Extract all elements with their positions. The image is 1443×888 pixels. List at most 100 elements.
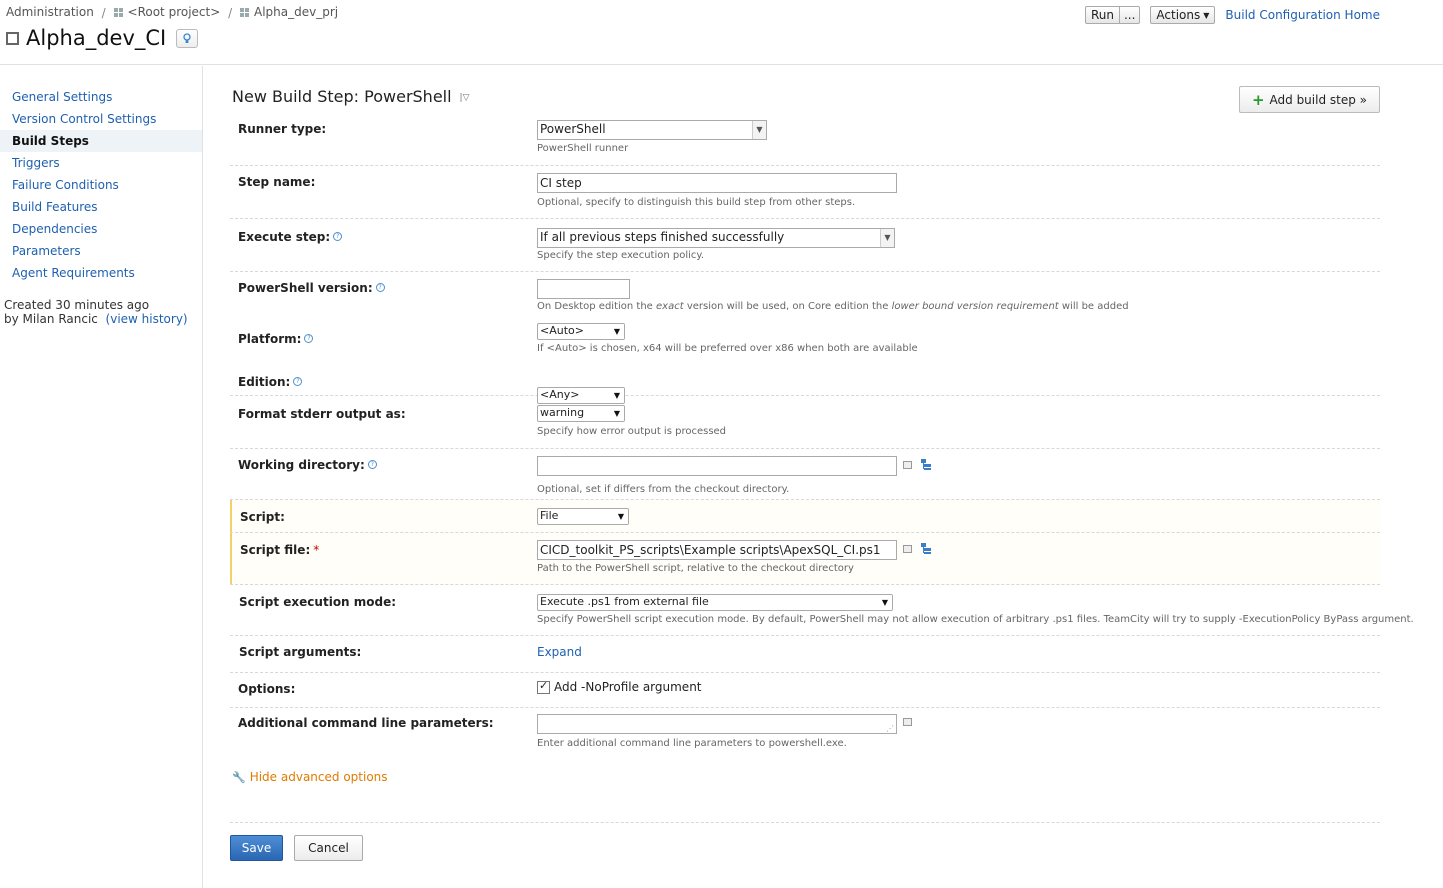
cancel-button[interactable]: Cancel [294,835,363,861]
page-header: Administration / <Root project> / Alpha_… [0,0,1443,65]
run-button[interactable]: Run [1084,6,1120,24]
sidebar-item-version-control-settings[interactable]: Version Control Settings [0,108,202,130]
execute-step-value: If all previous steps finished successfu… [540,230,785,244]
runner-type-note: PowerShell runner [537,143,629,154]
sidebar-item-triggers[interactable]: Triggers [0,152,202,174]
platform-label: Platform:? [238,332,314,346]
script-select[interactable]: File ▼ [537,508,629,525]
tree-browse-icon[interactable] [921,543,932,554]
step-name-value: CI step [540,176,582,190]
row-powershell-settings: PowerShell version:? On Desktop edition … [230,272,1380,404]
exec-mode-note: Specify PowerShell script execution mode… [537,614,1414,625]
options-label: Options: [238,682,296,696]
save-button[interactable]: Save [230,835,283,861]
breadcrumb-root-project[interactable]: <Root project> [128,5,221,19]
row-script-arguments: Script arguments: Expand [230,636,1380,673]
edition-label: Edition:? [238,375,303,389]
script-file-note: Path to the PowerShell script, relative … [537,563,854,574]
sidebar-nav: General Settings Version Control Setting… [0,86,202,284]
breadcrumb-administration[interactable]: Administration [6,5,94,19]
breadcrumb-separator: / [101,5,106,20]
exec-mode-label: Script execution mode: [239,595,397,609]
ps-version-note-c: version will be used, on Core edition th… [683,301,892,312]
row-runner-type: Runner type: PowerShell ▼ PowerShell runn… [230,116,1380,166]
parameter-picker-icon[interactable] [903,718,912,726]
add-build-step-label: Add build step » [1269,92,1367,107]
platform-value: <Auto> [540,324,584,337]
help-icon[interactable]: ? [304,334,314,343]
working-dir-input[interactable] [537,456,897,476]
step-name-label: Step name: [238,175,316,189]
exec-mode-select[interactable]: Execute .ps1 from external file ▼ [537,594,893,611]
row-script-file: Script file: * CICD_toolkit_PS_scripts\Ex… [230,533,1380,585]
stderr-select[interactable]: warning ▼ [537,405,625,422]
run-custom-button[interactable]: ... [1119,6,1141,24]
project-icon [113,7,124,18]
sidebar-item-build-steps[interactable]: Build Steps [0,130,202,152]
sidebar-item-general-settings[interactable]: General Settings [0,86,202,108]
ps-version-note-d: lower bound version requirement [891,301,1059,312]
chevron-down-icon: ▼ [878,595,892,610]
sidebar-item-parameters[interactable]: Parameters [0,240,202,262]
step-title-text: New Build Step: PowerShell [232,87,452,106]
row-script: Script: File ▼ [230,500,1380,533]
parameter-picker-icon[interactable] [903,544,912,553]
created-text: Created 30 minutes ago [4,298,150,312]
stderr-label: Format stderr output as: [238,407,406,421]
actions-label: Actions [1156,8,1201,22]
parameter-picker-icon[interactable] [903,460,912,469]
execute-step-label-text: Execute step: [238,230,331,244]
build-config-icon [6,31,19,45]
additional-params-note: Enter additional command line parameters… [537,738,847,749]
chevron-down-icon[interactable]: |▽ [460,93,470,103]
resize-grip-icon[interactable]: ⋰ [886,724,894,733]
chevron-down-icon: ▼ [610,324,624,339]
main-content: New Build Step: PowerShell |▽ + Add build … [230,66,1414,888]
created-by-text: by Milan Rancic [4,312,98,326]
breadcrumb-separator: / [228,5,233,20]
help-icon[interactable]: ? [375,283,385,292]
stderr-note: Specify how error output is processed [537,426,727,437]
sidebar-item-build-features[interactable]: Build Features [0,196,202,218]
top-actions: Run ... Actions ▼ Build Configuration Hom… [1084,6,1380,24]
lightbulb-icon[interactable] [176,28,199,48]
actions-dropdown[interactable]: Actions ▼ [1150,6,1216,24]
script-file-label-text: Script file: [240,543,311,557]
row-exec-mode: Script execution mode: Execute .ps1 from… [230,585,1414,636]
sidebar-item-dependencies[interactable]: Dependencies [0,218,202,240]
help-icon[interactable]: ? [333,232,343,241]
config-meta: Created 30 minutes ago by Milan Rancic (… [0,298,202,326]
sidebar-item-failure-conditions[interactable]: Failure Conditions [0,174,202,196]
platform-select[interactable]: <Auto> ▼ [537,323,625,340]
title-row: Alpha_dev_CI [6,26,199,50]
working-dir-note: Optional, set if differs from the checko… [537,484,790,495]
expand-script-args-link[interactable]: Expand [537,645,582,659]
plus-icon: + [1251,90,1265,109]
step-name-input[interactable]: CI step [537,173,897,193]
runner-type-select[interactable]: PowerShell ▼ [537,120,767,140]
ps-version-note-e: will be added [1058,301,1129,312]
tree-browse-icon[interactable] [921,459,932,470]
additional-params-textarea[interactable]: ⋰ [537,714,897,734]
ps-version-label: PowerShell version:? [238,281,385,295]
script-file-input[interactable]: CICD_toolkit_PS_scripts\Example scripts\… [537,540,897,560]
ps-version-input[interactable] [537,279,630,299]
ps-version-note: On Desktop edition the exact version wil… [537,301,1129,312]
row-additional-params: Additional command line parameters: ⋰ En… [230,707,1380,755]
help-icon[interactable]: ? [293,377,303,386]
form-footer-divider [230,822,1380,823]
breadcrumb-project[interactable]: Alpha_dev_prj [254,5,338,19]
hide-advanced-options-link[interactable]: 🔧 Hide advanced options [232,770,388,784]
execute-step-select[interactable]: If all previous steps finished successfu… [537,228,895,248]
sidebar-item-agent-requirements[interactable]: Agent Requirements [0,262,202,284]
help-icon[interactable]: ? [367,460,377,469]
runner-type-value: PowerShell [540,122,606,136]
add-build-step-button[interactable]: + Add build step » [1238,86,1380,113]
execute-step-label: Execute step:? [238,230,343,244]
build-config-home-link[interactable]: Build Configuration Home [1225,8,1380,22]
chevron-down-icon: ▼ [1203,10,1210,20]
project-icon [239,7,250,18]
noprofile-checkbox[interactable] [537,679,550,694]
wrench-icon: 🔧 [232,771,246,784]
view-history-link[interactable]: (view history) [106,312,188,326]
